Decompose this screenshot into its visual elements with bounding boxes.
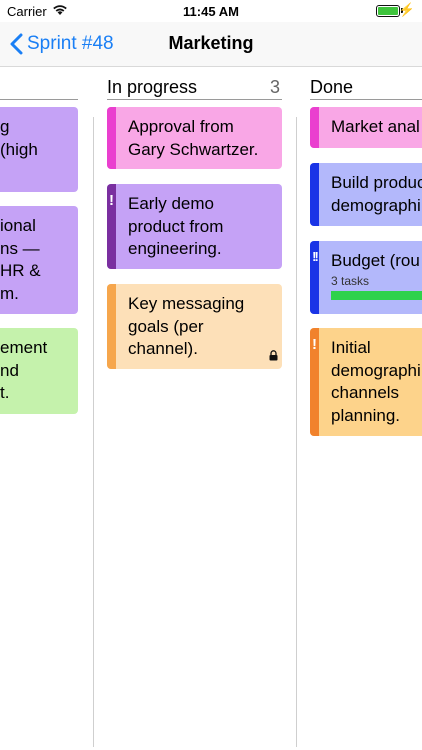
column-divider [296,117,297,747]
task-card[interactable]: Market anal [310,107,422,148]
priority-icon: ! [109,192,114,209]
column-title: Done [310,77,354,97]
lock-icon [269,348,278,366]
column-header: Done [310,75,422,100]
priority-icon: !! [312,249,319,264]
task-card[interactable]: ement nd t. [0,328,78,414]
charging-icon: ⚡ [398,2,415,17]
column-count: 3 [269,77,280,97]
task-card[interactable]: ! Initial demographi channels planning. [310,328,422,436]
card-text: Budget (rou [331,251,420,270]
column-in-progress: In progress 3 Approval from Gary Schwart… [107,67,282,750]
card-text: ement nd t. [0,338,48,402]
card-text: Approval from Gary Schwartzer. [128,117,259,159]
card-text: ional ns — HR & m. [0,216,41,303]
column-left: g (high ional ns — HR & m. ement nd t. [0,67,78,750]
task-card[interactable]: !! Budget (rou 3 tasks [310,241,422,314]
task-card[interactable]: Build produc demographi [310,163,422,226]
column-done: Done Market anal Build produc demographi… [310,67,422,750]
column-title: In progress [107,77,198,97]
navigation-bar: Sprint #48 Marketing [0,22,422,67]
card-text: g (high [0,117,38,159]
page-title: Marketing [168,33,254,53]
card-text: Build produc demographi [331,173,422,215]
column-header [0,75,78,100]
card-text: Initial demographi channels planning. [331,338,421,425]
kanban-board[interactable]: g (high ional ns — HR & m. ement nd t. I… [0,67,422,750]
card-text: Key messaging goals (per channel). [128,294,245,358]
card-stripe [310,107,319,148]
task-card[interactable]: Key messaging goals (per channel). [107,284,282,369]
task-card[interactable]: g (high [0,107,78,192]
clock-label: 11:45 AM [183,4,239,19]
task-card[interactable]: ional ns — HR & m. [0,206,78,314]
column-divider [93,117,94,747]
card-stripe [310,163,319,226]
card-text: Early demo product from engineering. [128,194,224,258]
subtasks-progress-bar [331,291,422,300]
card-stripe [107,284,116,369]
task-card[interactable]: Approval from Gary Schwartzer. [107,107,282,169]
subtasks-label: 3 tasks [331,274,370,288]
task-card[interactable]: ! Early demo product from engineering. [107,184,282,269]
battery-icon [376,5,400,17]
column-header: In progress 3 [107,75,282,100]
card-text: Market anal [331,117,420,136]
card-stripe [107,107,116,169]
status-bar: Carrier 11:45 AM ⚡ [0,0,422,22]
priority-icon: ! [312,336,317,353]
